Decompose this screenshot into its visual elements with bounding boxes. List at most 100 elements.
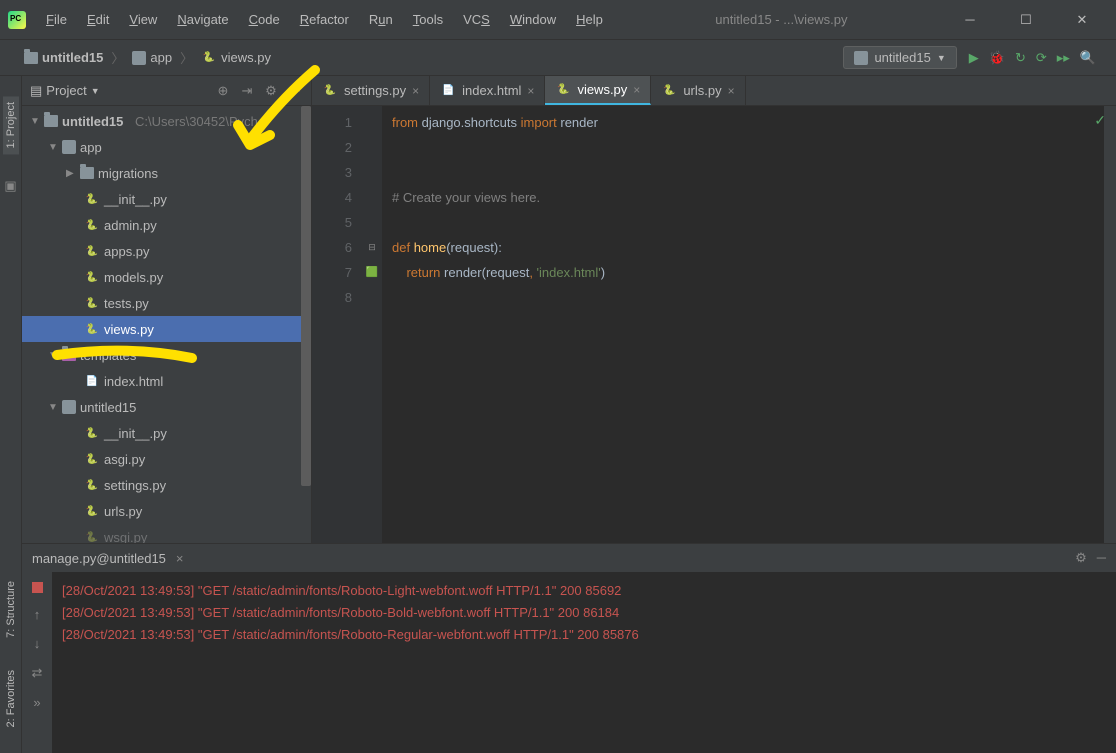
tree-app[interactable]: ▼ app [22, 134, 311, 160]
menu-edit[interactable]: Edit [79, 8, 117, 31]
tree-file-label: tests.py [104, 296, 149, 311]
tab-settings[interactable]: 🐍 settings.py × [312, 76, 430, 105]
menu-run[interactable]: Run [361, 8, 401, 31]
tool-project[interactable]: 1: Project [3, 96, 19, 154]
menu-navigate[interactable]: Navigate [169, 8, 236, 31]
terminal-title: manage.py@untitled15 [32, 551, 166, 566]
hide-icon[interactable]: ─ [287, 83, 303, 99]
tree-file-label: __init__.py [104, 426, 167, 441]
tree-admin[interactable]: 🐍 admin.py [22, 212, 311, 238]
menu-vcs[interactable]: VCS [455, 8, 498, 31]
tree-templates-label: templates [80, 348, 136, 363]
html-icon: 📄 [84, 373, 100, 389]
titlebar: File Edit View Navigate Code Refactor Ru… [0, 0, 1116, 40]
window-title: untitled15 - ...\views.py [611, 12, 952, 27]
breadcrumb-root-label: untitled15 [42, 50, 103, 65]
tree-root[interactable]: ▼ untitled15 C:\Users\30452\Pych [22, 108, 311, 134]
tree-proj-label: untitled15 [80, 400, 136, 415]
menu-code[interactable]: Code [241, 8, 288, 31]
menu-view[interactable]: View [121, 8, 165, 31]
close-button[interactable]: ✕ [1064, 6, 1100, 34]
tool-favorites[interactable]: 2: Favorites [3, 664, 19, 733]
hide-icon[interactable]: ─ [1097, 550, 1106, 566]
settings-icon[interactable]: ⚙ [263, 83, 279, 99]
tree-settings[interactable]: 🐍 settings.py [22, 472, 311, 498]
python-icon: 🐍 [201, 50, 217, 66]
tab-views[interactable]: 🐍 views.py × [545, 76, 651, 105]
tree-urls[interactable]: 🐍 urls.py [22, 498, 311, 524]
menu-file[interactable]: File [38, 8, 75, 31]
breadcrumb-root[interactable]: untitled15 [20, 48, 107, 67]
folder-icon [80, 167, 94, 179]
tree-file-label: admin.py [104, 218, 157, 233]
gear-icon[interactable]: ⚙ [1075, 550, 1087, 566]
chevron-down-icon[interactable]: ▼ [91, 86, 100, 96]
maximize-button[interactable]: ☐ [1008, 6, 1044, 34]
navbar: untitled15 〉 app 〉 🐍views.py untitled15 … [0, 40, 1116, 76]
stop-button[interactable] [32, 582, 43, 593]
panel-header: ▤ Project ▼ ⊕ ⇥ ⚙ ─ [22, 76, 311, 106]
run-button[interactable]: ▶ [969, 50, 979, 66]
python-icon: 🐍 [84, 477, 100, 493]
menu-tools[interactable]: Tools [405, 8, 451, 31]
close-icon[interactable]: × [176, 551, 184, 566]
run-config-selector[interactable]: untitled15 ▼ [843, 46, 956, 69]
breadcrumb-folder[interactable]: app [128, 48, 176, 67]
menu-window[interactable]: Window [502, 8, 564, 31]
tree-asgi[interactable]: 🐍 asgi.py [22, 446, 311, 472]
chevron-down-icon: ▼ [48, 402, 58, 413]
tab-label: settings.py [344, 83, 406, 98]
debug-button[interactable]: 🐞 [989, 50, 1005, 66]
close-icon[interactable]: × [728, 84, 735, 98]
tab-urls[interactable]: 🐍 urls.py × [651, 76, 745, 105]
more-icon[interactable]: » [33, 695, 40, 710]
breadcrumb-separator: 〉 [111, 48, 124, 67]
terminal-output[interactable]: [28/Oct/2021 13:49:53] "GET /static/admi… [52, 572, 1116, 753]
menu-help[interactable]: Help [568, 8, 611, 31]
tree-file-label: index.html [104, 374, 163, 389]
line-number: 6 [312, 235, 352, 260]
tree-apps[interactable]: 🐍 apps.py [22, 238, 311, 264]
python-icon: 🐍 [555, 82, 571, 98]
scroll-down-icon[interactable]: ↓ [34, 636, 41, 651]
search-button[interactable]: 🔍 [1080, 50, 1096, 66]
python-icon: 🐍 [84, 191, 100, 207]
tree-init2[interactable]: 🐍 __init__.py [22, 420, 311, 446]
folder-icon [44, 115, 58, 127]
fold-icon[interactable]: ⊟ [368, 242, 376, 253]
main-menu: File Edit View Navigate Code Refactor Ru… [38, 8, 611, 31]
collapse-icon[interactable]: ⇥ [239, 83, 255, 99]
tree-migrations[interactable]: ▶ migrations [22, 160, 311, 186]
tool-structure[interactable]: 7: Structure [3, 575, 19, 644]
menu-refactor[interactable]: Refactor [292, 8, 357, 31]
wrap-icon[interactable]: ⇄ [32, 665, 43, 681]
window-controls: ─ ☐ ✕ [952, 6, 1108, 34]
tree-migrations-label: migrations [98, 166, 158, 181]
profile-button[interactable]: ⟳ [1036, 50, 1047, 66]
breadcrumbs: untitled15 〉 app 〉 🐍views.py [20, 48, 275, 68]
locate-icon[interactable]: ⊕ [215, 83, 231, 99]
minimize-button[interactable]: ─ [952, 6, 988, 34]
close-icon[interactable]: × [633, 83, 640, 97]
tree-views[interactable]: 🐍 views.py [22, 316, 311, 342]
python-icon: 🐍 [84, 269, 100, 285]
breadcrumb-file[interactable]: 🐍 views.py [197, 48, 275, 68]
folder-mini-icon: ▣ [4, 178, 16, 194]
tab-index[interactable]: 📄 index.html × [430, 76, 545, 105]
close-icon[interactable]: × [412, 84, 419, 98]
template-icon[interactable]: 🟩 [366, 267, 378, 278]
breadcrumb-file-label: views.py [221, 50, 271, 65]
tree-templates[interactable]: ▼ templates [22, 342, 311, 368]
tree-tests[interactable]: 🐍 tests.py [22, 290, 311, 316]
run-more-button[interactable]: ▸▸ [1057, 50, 1070, 66]
scroll-up-icon[interactable]: ↑ [34, 607, 41, 622]
tree-index-html[interactable]: 📄 index.html [22, 368, 311, 394]
line-number: 2 [312, 135, 352, 160]
editor-tabs: 🐍 settings.py × 📄 index.html × 🐍 views.p… [312, 76, 1116, 106]
run-coverage-button[interactable]: ↻ [1015, 50, 1026, 66]
tree-project-dir[interactable]: ▼ untitled15 [22, 394, 311, 420]
tree-models[interactable]: 🐍 models.py [22, 264, 311, 290]
tree-init[interactable]: 🐍 __init__.py [22, 186, 311, 212]
tab-label: urls.py [683, 83, 721, 98]
close-icon[interactable]: × [527, 84, 534, 98]
